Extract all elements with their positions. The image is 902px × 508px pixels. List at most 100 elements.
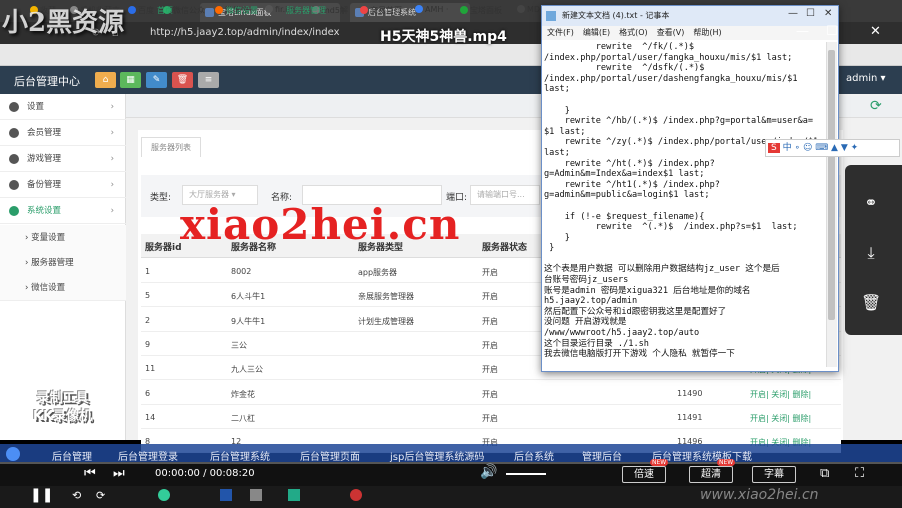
forward-icon[interactable]: ⟳ [96,489,105,502]
menu-file[interactable]: 文件(F) [547,28,574,37]
bookmark-item[interactable]: 交易首页· [360,5,405,16]
tab-server-list[interactable]: 服务器列表 [141,137,201,157]
ime-toolbar[interactable]: S 中 ∘ ☺ ⌨ ▲ ▼ ✦ [765,139,900,157]
url-input[interactable]: http://h5.jaay2.top/admin/index/index [150,25,390,41]
sidebar-item-members[interactable]: 会员管理 › [0,120,126,146]
cell-operations[interactable]: 开启| 关闭| 删除| [750,389,811,400]
menu-format[interactable]: 格式(O) [619,28,648,37]
prev-icon[interactable]: ⏮ [84,466,96,481]
cell-server-name: 炸金花 [231,390,255,399]
minimize-button[interactable]: — [788,8,798,19]
trade-icon [360,6,368,14]
database-icon [9,180,19,190]
cell-server-type: 亲展服务管理器 [358,292,414,301]
baidu-icon [128,6,136,14]
tab-home[interactable]: 首页 [157,5,173,16]
tag-item[interactable]: 后台管理 [52,448,92,463]
edit-button[interactable]: ✎ [146,72,167,88]
cell-server-name: 6人斗牛1 [231,292,266,301]
sogou-icon: S [768,143,780,153]
sidebar-item-games[interactable]: 游戏管理 › [0,146,126,172]
cell-server-name: 三公 [231,341,247,350]
download-icon[interactable]: ⤓ [861,243,881,263]
bookmark-item[interactable]: MD [517,5,540,14]
share-icon[interactable]: ⚭ [861,193,881,213]
bookmark-item[interactable]: 百度 [128,5,154,16]
scrollbar-thumb[interactable] [828,50,835,320]
col-server-id: 服务器id [145,243,182,253]
trash-icon[interactable]: 🗑 [861,293,881,313]
app-icon[interactable] [350,489,362,501]
next-icon[interactable]: ⏭ [113,466,125,481]
notepad-text[interactable]: rewrite ^/fk/(.*)$ /index.php/portal/use… [544,42,826,367]
cell-server-status: 开启 [482,365,498,374]
cell-server-id: 1 [145,267,151,276]
delete-button[interactable]: 🗑 [172,72,193,88]
maximize-button[interactable]: ☐ [806,8,815,19]
new-badge: NEW [650,459,669,466]
sidebar-item-backup[interactable]: 备份管理 › [0,172,126,198]
search-icon[interactable] [6,447,20,461]
menu-view[interactable]: 查看(V) [657,28,685,37]
recorder-watermark: 录制工具 KK录像机 [33,391,93,424]
minimize-icon[interactable]: — [796,24,809,39]
subtitle-button[interactable]: 字幕 [752,466,796,483]
cell-operations[interactable]: 开启| 关闭| 删除| [750,413,811,424]
new-badge: NEW [717,459,736,466]
grid-button[interactable]: ▦ [120,72,141,88]
sidebar-subitem-wechat[interactable]: › 微信设置 [0,275,126,301]
sidebar-subitem-servers[interactable]: › 服务器管理 [0,250,126,276]
quality-button[interactable]: 超清 [689,466,733,483]
port-input[interactable]: 请输端口号... [470,185,540,205]
md-icon [517,5,525,13]
cell-server-type: 计划生成管理器 [358,317,414,326]
type-label: 类型: [150,193,172,203]
tag-item[interactable]: 后台管理登录 [118,448,178,463]
cell-server-id: 14 [145,413,156,422]
tag-item[interactable]: 后台管理系统 [210,448,270,463]
cell-server-id: 5 [145,291,151,300]
col-server-status: 服务器状态 [482,243,528,253]
tag-item[interactable]: 后台管理页面 [300,448,360,463]
volume-slider[interactable] [506,473,546,475]
bt-panel-icon [460,6,468,14]
close-button[interactable]: ✕ [824,8,832,19]
refresh-icon[interactable]: ⟳ [870,98,882,114]
bookmark-item[interactable]: 宝塔面板 [460,5,502,16]
speed-button[interactable]: 倍速 [622,466,666,483]
volume-icon[interactable]: 🔊 [480,464,497,480]
mini-window-icon[interactable]: ⧉ [820,466,829,481]
app-icon[interactable] [158,489,170,501]
sidebar-item-system[interactable]: 系统设置 › [0,198,126,224]
tab-server-manage[interactable]: 服务器管理 [286,5,326,16]
tag-item[interactable]: 后台系统 [514,448,554,463]
photoshop-icon[interactable] [220,489,232,501]
cell-server-id: 6 [145,389,151,398]
window-icon[interactable]: ☐ [826,24,838,39]
user-menu[interactable]: admin ▾ [846,73,886,84]
sidebar-item-settings[interactable]: 设置 › [0,94,126,120]
rewind-icon[interactable]: ⟲ [72,489,81,502]
pause-icon[interactable]: ❚❚ [30,487,53,503]
cell-server-type: app服务器 [358,268,398,277]
app-icon[interactable] [288,489,300,501]
cell-server-id: 9 [145,340,151,349]
menu-button[interactable]: ≡ [198,72,219,88]
app-icon[interactable] [250,489,262,501]
menu-edit[interactable]: 编辑(E) [583,28,610,37]
home-button[interactable]: ⌂ [95,72,116,88]
wrench-icon [9,206,19,216]
ball-icon [9,154,19,164]
close-icon[interactable]: ✕ [870,24,881,39]
cell-server-status: 开启 [482,292,498,301]
tag-item[interactable]: 管理后台 [582,448,622,463]
fullscreen-icon[interactable]: ⛶ [855,466,864,481]
cell-port: 11491 [677,413,703,422]
tab-wechat-settings[interactable]: 微信设置 [226,5,258,16]
menu-help[interactable]: 帮助(H) [693,28,721,37]
sidebar-subitem-variables[interactable]: › 变量设置 [0,225,126,251]
amh-icon [415,5,423,13]
bookmark-item[interactable]: AMH · [415,5,448,14]
cell-server-status: 开启 [482,268,498,277]
tag-item[interactable]: jsp后台管理系统源码 [390,448,484,463]
